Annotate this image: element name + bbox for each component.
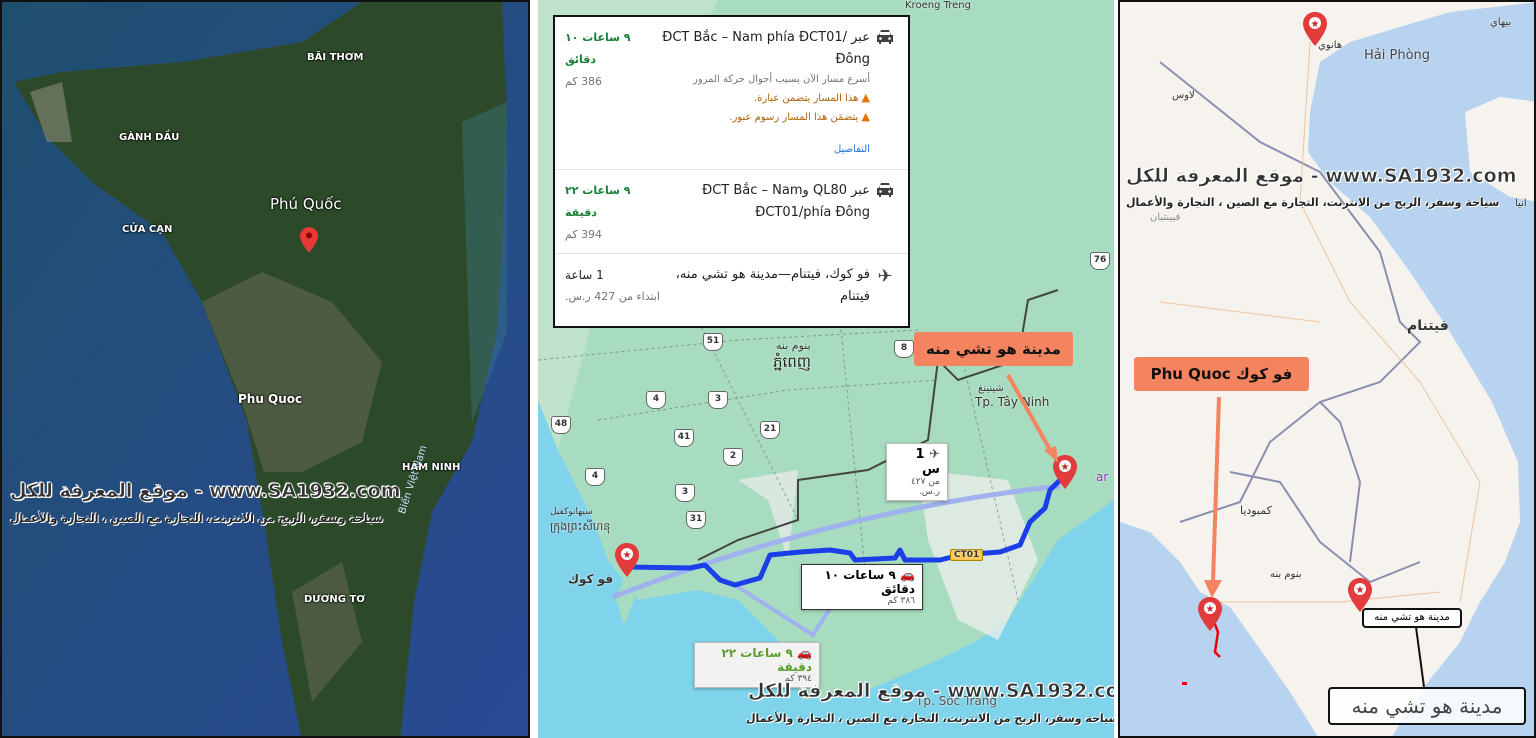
car-icon: 🚗	[797, 646, 812, 660]
place-kroeng: Kroeng Treng	[905, 0, 971, 11]
road-shield: 31	[686, 511, 706, 529]
road-shield: 4	[646, 391, 666, 409]
hanoi-pin-icon[interactable]: ★	[1303, 12, 1327, 46]
route-duration: 1 ساعة	[565, 268, 604, 282]
phu-quoc-pin-icon[interactable]: ★	[1198, 597, 1222, 631]
place-laos: لاوس	[1172, 90, 1195, 101]
watermark-title: موقع المعرفة للكل - www.SA1932.com	[1126, 165, 1517, 188]
label-bai-thom: BÃI THƠM	[307, 52, 364, 63]
route-distance: 394 كم	[565, 228, 603, 241]
place-phnom-penh-ar: بنوم بنه	[776, 339, 811, 352]
island-satellite-image	[2, 2, 528, 736]
place-beihai: بيهاي	[1490, 17, 1512, 28]
place-tay-ninh-ar: شينينغ	[978, 383, 1004, 394]
hcmc-label-large: مدينة هو تشي منه	[1328, 687, 1526, 725]
road-shield: 3	[708, 391, 728, 409]
direction-option-1[interactable]: عبر ĐCT Bắc – Nam phía ĐCT01/Đông أسرع م…	[555, 17, 908, 170]
route-note: أسرع مسار الآن بسبب أحوال حركة المرور	[692, 74, 870, 85]
phu-quoc-callout: Phu Quoc فو كوك	[1134, 357, 1309, 391]
warning-icon: ▲	[861, 110, 870, 123]
svg-text:★: ★	[1061, 462, 1070, 473]
hcmc-pin-icon[interactable]: ★	[1348, 578, 1372, 612]
hcmc-pin-icon[interactable]: ★	[1053, 455, 1077, 489]
flight-price: ابتداء من 427 ر.س.	[565, 290, 660, 303]
hcmc-label-small: مدينة هو تشي منه	[1362, 608, 1462, 628]
road-shield: 3	[675, 484, 695, 502]
warning-icon: ▲	[861, 91, 870, 104]
route1-distance: ٣٨٦ كم	[887, 596, 915, 606]
label-phu-quoc-area: Phú Quốc	[270, 195, 342, 213]
road-shield: 41	[674, 429, 694, 447]
label-phu-quoc-town: Phu Quoc	[238, 392, 303, 406]
label-ganh-dau: GÀNH DẦU	[119, 132, 180, 143]
car-icon	[870, 27, 900, 161]
route-via: عبر QL80 وĐCT Bắc – Nam ĐCT01/phía Đông	[702, 183, 870, 220]
route-duration: ٩ ساعات ٢٢ دقيقة	[565, 184, 631, 219]
place-tay-ninh: Tp. Tây Ninh	[975, 395, 1050, 409]
flight-price-label: من ٤٢٧ ر.س.	[910, 477, 940, 497]
route1-label[interactable]: 🚗 ٩ ساعات ١٠ دقائق ٣٨٦ كم	[801, 564, 923, 610]
road-shield: 76	[1090, 252, 1110, 270]
region-map-panel[interactable]: بيهاي هانوي Hải Phòng لاوس فيينتيان انيا…	[1118, 0, 1536, 738]
route-distance: 386 كم	[565, 75, 603, 88]
watermark-subtitle: سياحة وسفر، الربح من الانترنت، التجارة م…	[10, 512, 384, 525]
directions-panel: عبر ĐCT Bắc – Nam phía ĐCT01/Đông أسرع م…	[553, 15, 910, 328]
label-duong-to: DƯƠNG TƠ	[304, 594, 366, 605]
watermark-title: موقع المعرفة للكل - www.SA1932.com	[10, 480, 401, 503]
place-phnom-penh-km: ភ្នំពេញ	[773, 353, 812, 371]
route-via: عبر ĐCT Bắc – Nam phía ĐCT01/Đông	[662, 30, 870, 67]
svg-text:★: ★	[1356, 585, 1365, 596]
label-cua-can: CỬA CẠN	[122, 224, 173, 235]
car-icon: 🚗	[900, 568, 915, 582]
direction-option-flight[interactable]: ✈ فو كوك، فيتنام—مدينة هو تشي منه، فيتنا…	[555, 254, 908, 316]
road-shield: 8	[894, 340, 914, 358]
place-sihanouk-km: ក្រុងព្រះសីហនុ	[550, 520, 611, 533]
route-warning: يتضمَن هذا المسار رسوم عبور.	[729, 112, 859, 123]
hcmc-callout: مدينة هو تشي منه	[914, 332, 1073, 366]
place-phu-quoc: فو كوك	[568, 572, 614, 586]
road-shield: 4	[585, 468, 605, 486]
flight-route-label[interactable]: ✈ 1 س من ٤٢٧ ر.س.	[886, 443, 948, 501]
place-phnom-penh: بنوم بنه	[1270, 569, 1302, 580]
place-vietnam: فيتنام	[1407, 318, 1449, 334]
route-duration: ٩ ساعات ١٠ دقائق	[565, 31, 631, 66]
road-shield: 2	[723, 448, 743, 466]
place-cambodia: كمبوديا	[1240, 504, 1272, 517]
svg-text:★: ★	[1311, 19, 1320, 30]
route-map-panel[interactable]: عبر ĐCT Bắc – Nam phía ĐCT01/Đông أسرع م…	[538, 0, 1114, 738]
road-shield: 48	[551, 416, 571, 434]
location-pin-icon[interactable]	[300, 226, 318, 254]
details-link[interactable]: التفاصيل	[660, 139, 870, 161]
car-icon	[870, 180, 900, 245]
satellite-map-panel[interactable]: BÃI THƠM GÀNH DẦU Phú Quốc CỬA CẠN Phu Q…	[0, 0, 530, 738]
watermark-subtitle: سياحة وسفر، الربح من الانترنت، التجارة م…	[746, 712, 1114, 725]
watermark-subtitle: سياحة وسفر، الربح من الانترنت، التجارة م…	[1126, 196, 1500, 209]
phu-quoc-pin-icon[interactable]: ★	[615, 543, 639, 577]
place-sihanouk-ar: سيهانوكفيل	[550, 507, 593, 517]
road-shield: 21	[760, 421, 780, 439]
place-hai-phong: Hải Phòng	[1364, 48, 1431, 63]
svg-text:★: ★	[1206, 604, 1215, 615]
route-warning: هذا المسار يتضمن عبارة.	[753, 93, 859, 104]
road-shield: 51	[703, 333, 723, 351]
place-hainan: انيا	[1515, 198, 1527, 209]
road-code-ct01: CT01	[950, 549, 984, 561]
direction-option-2[interactable]: عبر QL80 وĐCT Bắc – Nam ĐCT01/phía Đông …	[555, 170, 908, 254]
route-via: فو كوك، فيتنام—مدينة هو تشي منه، فيتنام	[675, 267, 870, 304]
svg-text:★: ★	[623, 550, 632, 561]
airplane-icon: ✈	[877, 266, 893, 287]
watermark-title: موقع المعرفة للكل - www.SA1932.com	[748, 680, 1114, 703]
place-partial-label: ar	[1096, 470, 1109, 484]
place-vientiane: فيينتيان	[1150, 212, 1181, 223]
